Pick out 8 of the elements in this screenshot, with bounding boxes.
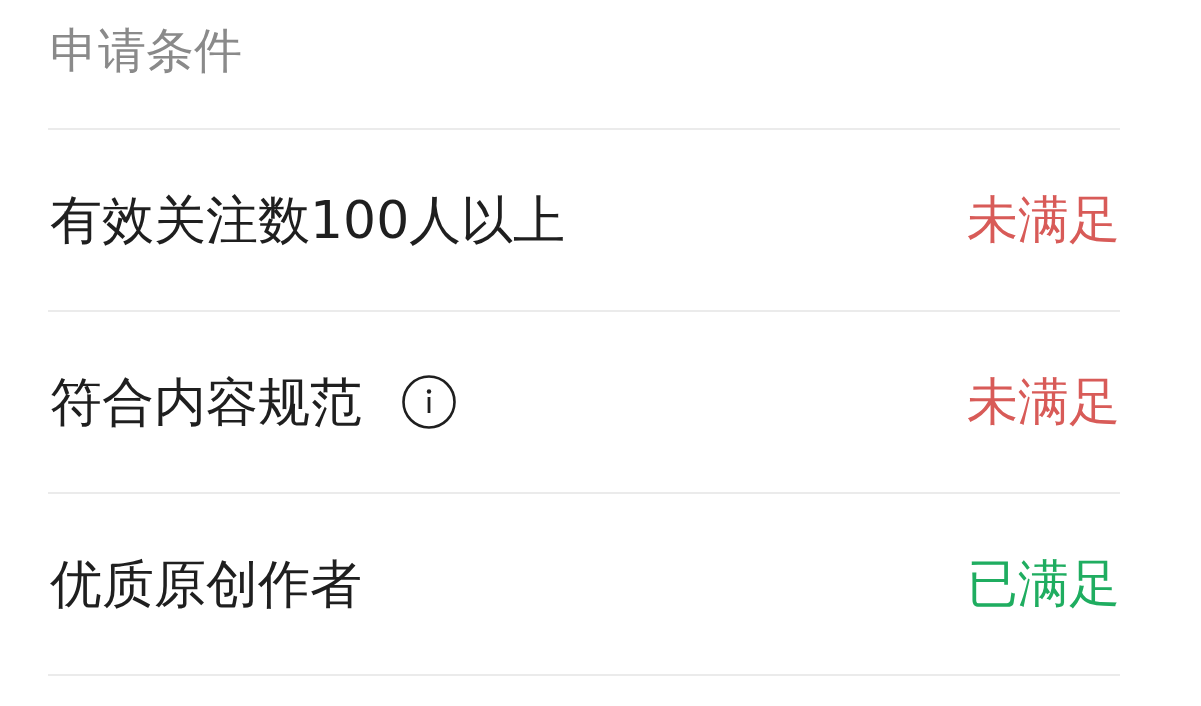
condition-status: 未满足 bbox=[967, 371, 1120, 433]
info-icon[interactable] bbox=[402, 375, 456, 429]
condition-status: 未满足 bbox=[967, 189, 1120, 251]
section-title: 申请条件 bbox=[50, 21, 242, 80]
condition-label: 有效关注数100人以上 bbox=[50, 189, 566, 252]
condition-status: 已满足 bbox=[967, 553, 1120, 615]
condition-label: 优质原创作者 bbox=[50, 553, 362, 616]
condition-label: 符合内容规范 bbox=[50, 371, 362, 434]
